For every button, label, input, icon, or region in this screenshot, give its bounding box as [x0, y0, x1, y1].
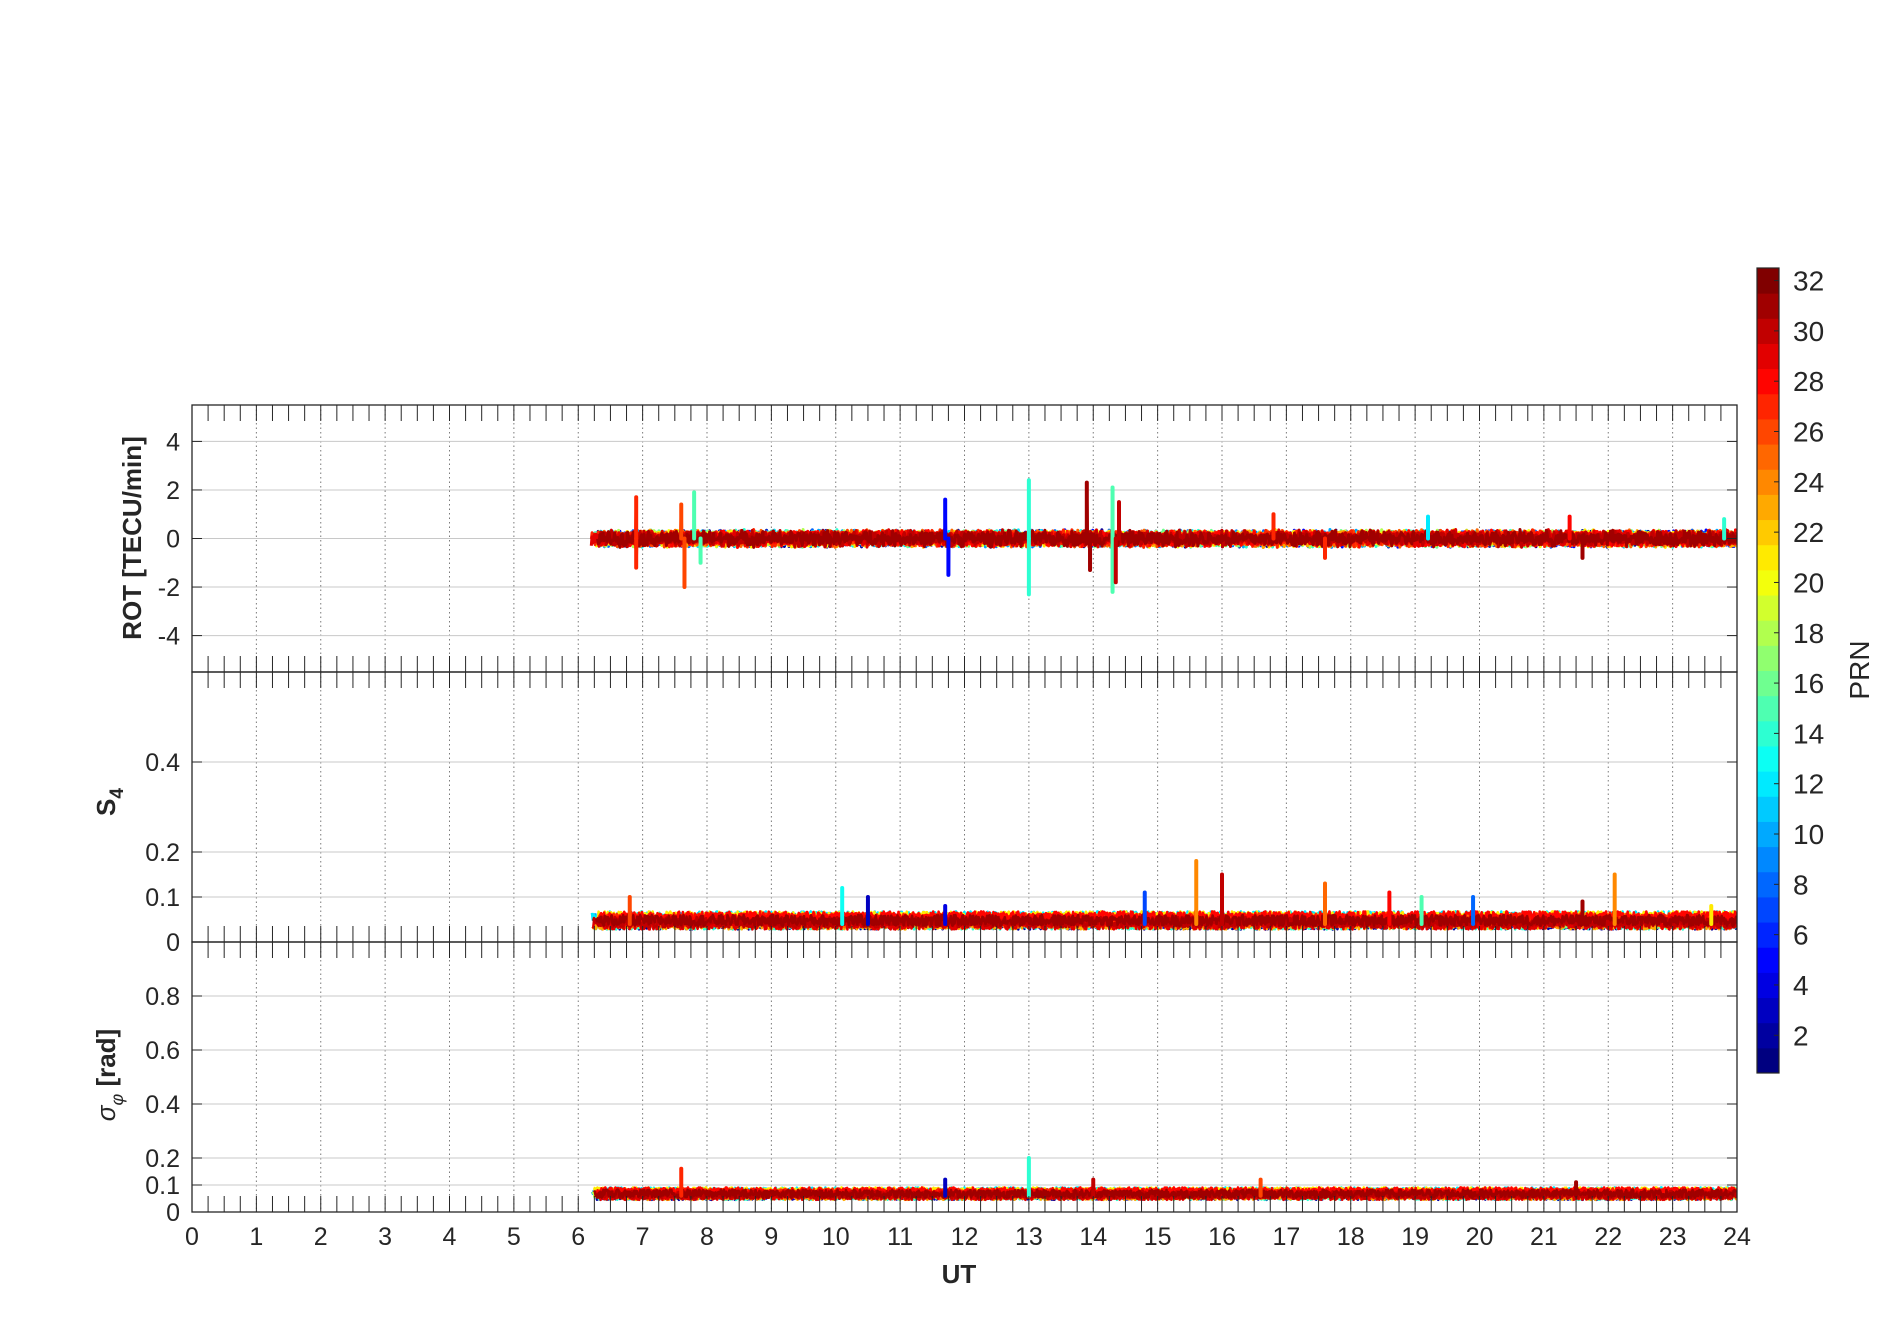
x-tick-label: 15 — [1144, 1223, 1172, 1251]
colorbar-tick-label: 10 — [1793, 819, 1824, 850]
ut-xlabel: UT — [942, 1259, 977, 1289]
x-tick-label: 4 — [443, 1223, 457, 1251]
x-tick-label: 14 — [1079, 1223, 1107, 1251]
y-tick-label: 2 — [166, 477, 180, 505]
colorbar-segment — [1757, 695, 1779, 722]
x-tick-label: 3 — [378, 1223, 392, 1251]
colorbar-tick-label: 2 — [1793, 1020, 1809, 1051]
colorbar-tick-label: 20 — [1793, 567, 1824, 598]
x-tick-label: 1 — [249, 1223, 263, 1251]
x-tick-label: 7 — [636, 1223, 650, 1251]
colorbar-segment — [1757, 997, 1779, 1024]
sigma-phi-ylabel: σφ [rad] — [91, 1029, 127, 1121]
y-tick-label: -4 — [158, 623, 180, 651]
x-tick-label: 8 — [700, 1223, 714, 1251]
colorbar-tick-label: 16 — [1793, 668, 1824, 699]
x-tick-label: 0 — [185, 1223, 199, 1251]
x-tick-label: 20 — [1466, 1223, 1494, 1251]
y-tick-label: 0.6 — [145, 1037, 180, 1065]
y-tick-label: 0.4 — [145, 1091, 180, 1119]
x-tick-label: 19 — [1401, 1223, 1429, 1251]
panel-rot: -4 -2 0 2 4 ROT [TECU/min] — [117, 404, 1738, 673]
colorbar-segment — [1757, 293, 1779, 319]
colorbar-tick-label: 4 — [1793, 970, 1809, 1001]
x-tick-label: 12 — [951, 1223, 979, 1251]
colorbar-tick-label: 22 — [1793, 517, 1824, 548]
x-tick-label: 16 — [1208, 1223, 1236, 1251]
x-tick-label: 22 — [1594, 1223, 1622, 1251]
colorbar-segment — [1757, 645, 1779, 671]
x-tick-label: 23 — [1659, 1223, 1687, 1251]
colorbar: 2468101214161820222426283032 PRN — [1756, 266, 1875, 1074]
x-tick-label: 13 — [1015, 1223, 1043, 1251]
colorbar-segment — [1757, 343, 1779, 370]
x-tick-label: 5 — [507, 1223, 521, 1251]
y-tick-label: 0.4 — [145, 749, 180, 777]
colorbar-tick-label: 14 — [1793, 718, 1824, 749]
y-tick-label: 0 — [166, 929, 180, 957]
colorbar-segment — [1757, 846, 1779, 873]
colorbar-segment — [1757, 947, 1779, 973]
y-tick-label: 0.2 — [145, 1145, 180, 1173]
colorbar-tick-label: 6 — [1793, 920, 1809, 951]
y-tick-label: 4 — [166, 428, 180, 456]
x-tick-label: 11 — [887, 1223, 913, 1251]
colorbar-tick-label: 12 — [1793, 769, 1824, 800]
s4-ylabel: S4 — [91, 788, 128, 816]
rot-ylabel: ROT [TECU/min] — [117, 436, 147, 640]
colorbar-segment — [1757, 393, 1779, 420]
panel-sigma-phi: 00.10.20.40.60.80 1 2 3 4 5 6 7 8 9 10 11 12 13 14 15 16… — [91, 941, 1751, 1289]
y-tick-label: 0.1 — [145, 884, 180, 912]
y-tick-label: -2 — [158, 574, 180, 602]
colorbar-segment — [1757, 745, 1779, 772]
figure: -4-2024 ROT [TECU/min] 00.10.20.4 S4 00.… — [91, 266, 1875, 1289]
y-tick-label: 0 — [166, 526, 180, 554]
y-tick-label: 0.8 — [145, 983, 180, 1011]
colorbar-tick-label: 32 — [1793, 266, 1824, 297]
colorbar-segment — [1757, 595, 1779, 621]
y-tick-label: 0.2 — [145, 839, 180, 867]
x-tick-label: 6 — [571, 1223, 585, 1251]
colorbar-label: PRN — [1844, 640, 1875, 699]
colorbar-segment — [1757, 444, 1779, 470]
x-tick-label: 24 — [1723, 1223, 1751, 1251]
x-tick-label: 18 — [1337, 1223, 1365, 1251]
panel-s4: 0 0.1 0.2 0.4 S4 — [91, 671, 1738, 957]
colorbar-segment — [1757, 796, 1779, 822]
colorbar-tick-label: 18 — [1793, 618, 1824, 649]
x-tick-label: 10 — [822, 1223, 850, 1251]
colorbar-segment — [1757, 1047, 1779, 1074]
colorbar-segment — [1757, 494, 1779, 521]
colorbar-tick-label: 24 — [1793, 467, 1824, 498]
colorbar-tick-label: 8 — [1793, 869, 1809, 900]
x-tick-label: 2 — [314, 1223, 328, 1251]
y-tick-label: 0.1 — [145, 1172, 180, 1200]
series-prn-31 — [594, 873, 1737, 928]
x-tick-label: 21 — [1530, 1223, 1558, 1251]
x-tick-label: 17 — [1272, 1223, 1300, 1251]
colorbar-tick-label: 30 — [1793, 316, 1824, 347]
y-tick-label: 0 — [166, 1199, 180, 1227]
x-tick-label: 9 — [764, 1223, 778, 1251]
colorbar-tick-label: 26 — [1793, 417, 1824, 448]
colorbar-tick-label: 28 — [1793, 366, 1824, 397]
colorbar-segment — [1757, 544, 1779, 571]
colorbar-segment — [1757, 896, 1779, 923]
